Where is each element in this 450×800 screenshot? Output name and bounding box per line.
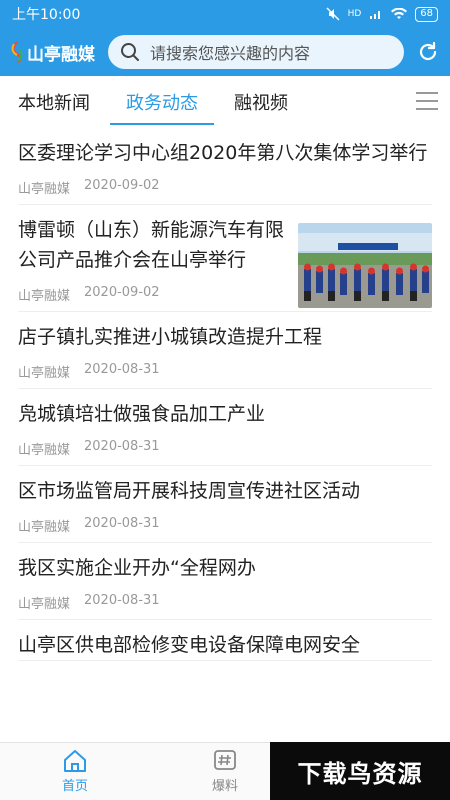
news-title: 店子镇扎实推进小城镇改造提升工程 [18,326,323,348]
signal-hd-label: HD [347,9,362,19]
hashtag-icon [214,750,236,770]
news-date: 2020-08-31 [84,593,160,608]
news-thumbnail [298,223,432,308]
news-item[interactable]: 区委理论学习中心组2020年第八次集体学习举行 山亭融媒 2020-09-02 [18,128,432,205]
news-item[interactable]: 山亭区供电部检修变电设备保障电网安全 [18,620,432,661]
news-title: 博雷顿（山东）新能源汽车有限公司产品推介会在山亭举行 [18,219,285,271]
tab-local-news[interactable]: 本地新闻 [18,76,90,128]
battery-level: 68 [420,8,433,19]
search-icon [121,43,139,61]
news-meta: 山亭融媒 2020-08-31 [18,593,432,619]
nav-home[interactable]: 首页 [0,743,150,800]
news-title: 区市场监管局开展科技周宣传进社区活动 [18,480,361,502]
nav-report-label: 爆料 [211,779,238,794]
news-meta: 山亭融媒 2020-08-31 [18,516,432,542]
news-item[interactable]: 店子镇扎实推进小城镇改造提升工程 山亭融媒 2020-08-31 [18,312,432,389]
wifi-icon [391,8,408,19]
signal-icon [370,11,381,19]
nav-home-label: 首页 [61,779,88,794]
news-meta: 山亭融媒 2020-08-31 [18,362,432,388]
news-meta: 山亭融媒 2020-09-02 [18,178,432,204]
home-icon [64,750,86,772]
news-title: 我区实施企业开办“全程网办 [18,557,256,579]
search-placeholder: 请搜索您感兴趣的内容 [150,44,311,63]
tab-video[interactable]: 融视频 [234,76,288,128]
news-source: 山亭融媒 [18,366,71,381]
refresh-icon [419,41,437,61]
news-source: 山亭融媒 [18,289,71,304]
news-date: 2020-09-02 [84,178,160,193]
news-date: 2020-08-31 [84,516,160,531]
logo-text: 山亭融媒 [27,44,95,65]
news-item[interactable]: 区市场监管局开展科技周宣传进社区活动 山亭融媒 2020-08-31 [18,466,432,543]
news-source: 山亭融媒 [18,443,71,458]
watermark-logo: 下载鸟资源 [270,742,450,800]
news-date: 2020-08-31 [84,439,160,454]
refresh-button[interactable] [416,40,440,64]
app-header: 山亭融媒 请搜索您感兴趣的内容 [0,28,450,76]
news-title: 区委理论学习中心组2020年第八次集体学习举行 [18,142,428,164]
tab-menu-icon[interactable] [416,92,438,110]
status-bar: 上午10:00 HD 68 [0,0,450,28]
news-date: 2020-09-02 [84,285,160,300]
status-time: 上午10:00 [12,7,81,23]
search-bar[interactable]: 请搜索您感兴趣的内容 [108,35,404,69]
news-source: 山亭融媒 [18,520,71,535]
event-photo [298,223,432,308]
category-tabs: 本地新闻 政务动态 融视频 [0,76,450,128]
news-item[interactable]: 凫城镇培壮做强食品加工产业 山亭融媒 2020-08-31 [18,389,432,466]
news-source: 山亭融媒 [18,597,71,612]
news-meta: 山亭融媒 2020-08-31 [18,439,432,465]
news-list: 区委理论学习中心组2020年第八次集体学习举行 山亭融媒 2020-09-02 博… [0,128,450,742]
news-title: 山亭区供电部检修变电设备保障电网安全 [18,634,361,656]
news-date: 2020-08-31 [84,362,160,377]
news-item[interactable]: 我区实施企业开办“全程网办 山亭融媒 2020-08-31 [18,543,432,620]
news-title: 凫城镇培壮做强食品加工产业 [18,403,266,425]
news-item[interactable]: 博雷顿（山东）新能源汽车有限公司产品推介会在山亭举行 山亭融媒 2020-09-0… [18,205,432,312]
tab-government-news[interactable]: 政务动态 [110,76,214,128]
mute-icon [326,7,340,21]
battery-icon: 68 [415,6,438,22]
status-icons: HD 68 [326,6,438,22]
app-logo: 山亭融媒 [10,40,108,65]
logo-icon [11,41,23,63]
news-source: 山亭融媒 [18,182,71,197]
